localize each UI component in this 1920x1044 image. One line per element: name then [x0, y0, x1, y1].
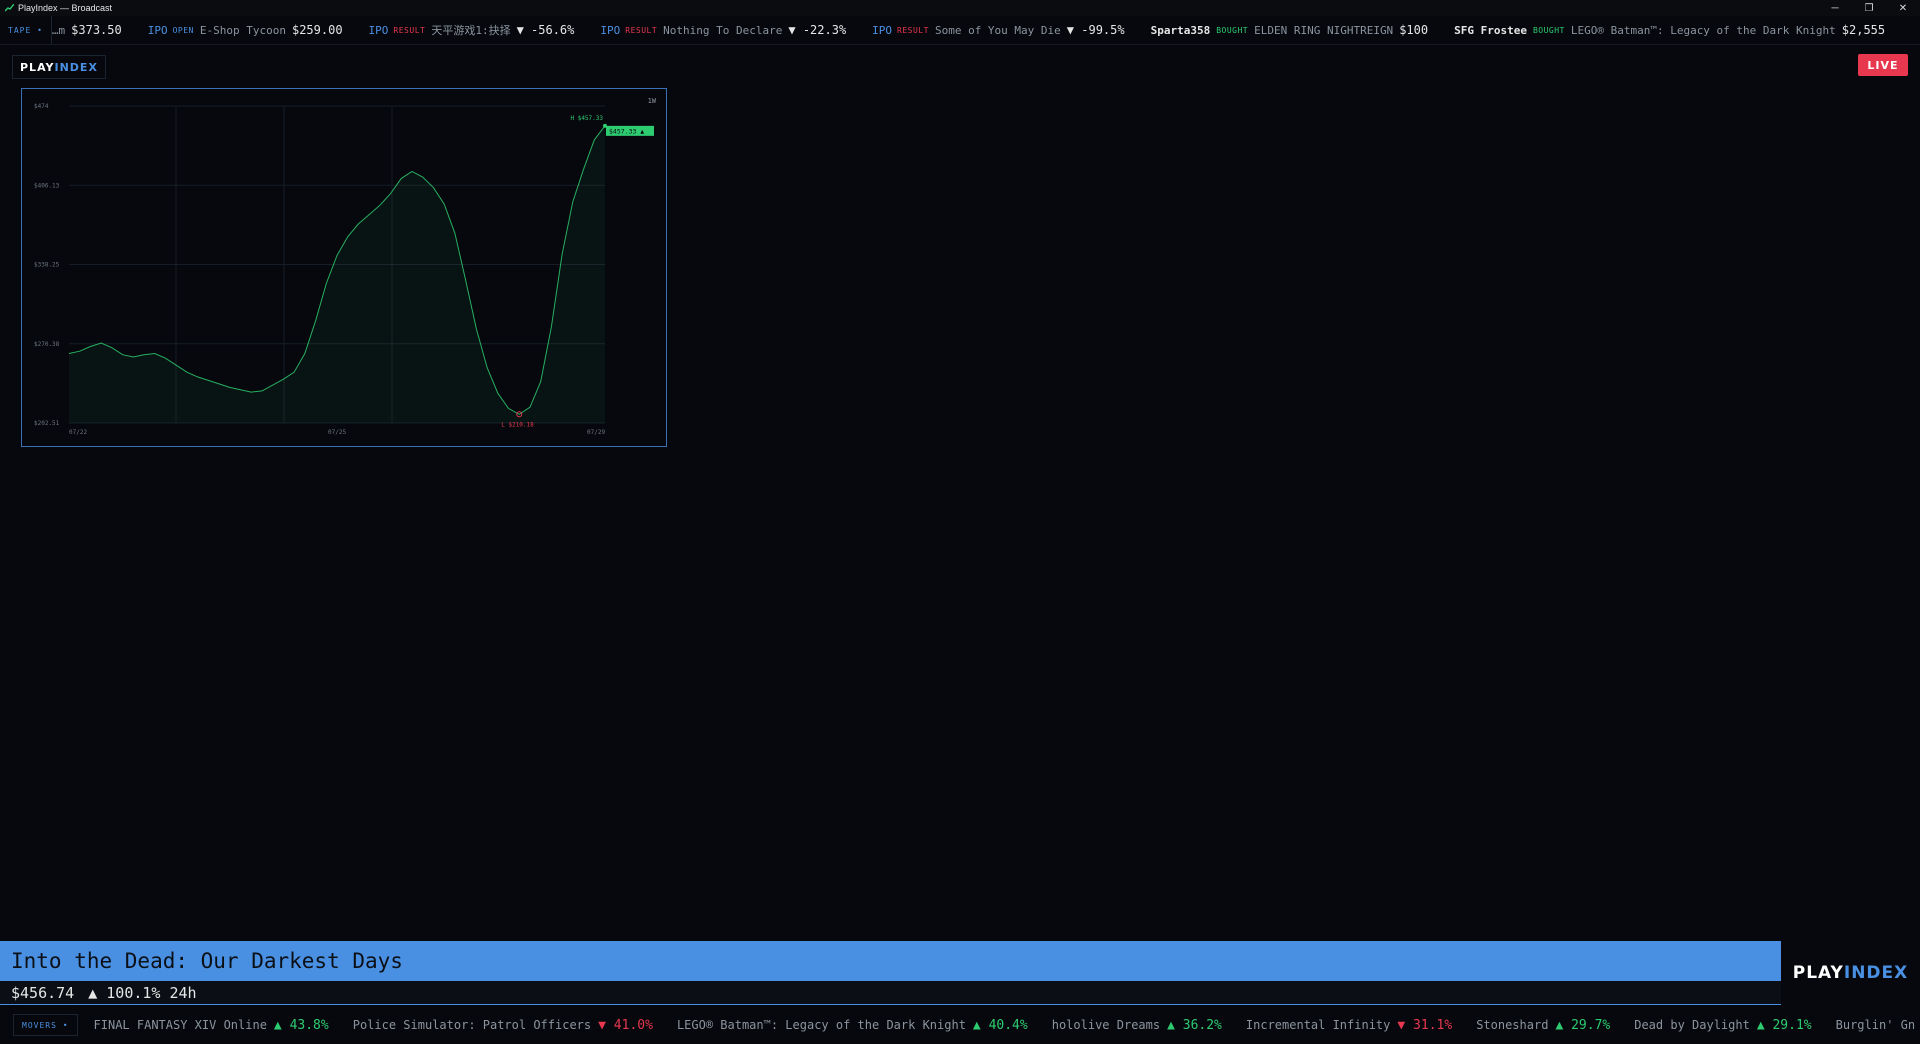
mover-name: Police Simulator: Patrol Officers: [352, 1018, 592, 1032]
price-chart: $474 $406.13 $338.25 $270.38 $202.51 07/22 07/…: [34, 103, 654, 436]
tape-item-name: Nothing To Declare: [663, 23, 783, 37]
mover-item[interactable]: Police Simulator: Patrol Officers ▼ 41.0%: [353, 1018, 653, 1033]
tape-item-price: $100: [1399, 23, 1429, 37]
tape-label: TAPE •: [0, 16, 52, 44]
tape-item-tag: RESULT: [393, 25, 426, 35]
chart-x-tick: 07/25: [328, 429, 346, 436]
playindex-logo-bottom: PLAY INDEX: [1792, 963, 1909, 983]
mover-change: ▲ 29.7%: [1555, 1017, 1611, 1033]
mover-item[interactable]: FINAL FANTASY XIV Online ▲ 43.8%: [94, 1018, 329, 1033]
mover-change: ▲ 29.1%: [1756, 1017, 1812, 1033]
tape-item[interactable]: IPO OPEN E-Shop Tycoon $259.00: [148, 23, 343, 37]
tape-item-change: ▼ -22.3%: [788, 23, 847, 37]
tape-item-tag: BOUGHT: [1216, 25, 1249, 35]
mover-change: ▼ 31.1%: [1397, 1017, 1453, 1033]
tape-item[interactable]: IPO RESULT Some of You May Die ▼ -99.5%: [872, 23, 1124, 37]
tape-item-name: ELDEN RING NIGHTREIGN: [1254, 23, 1394, 37]
movers-track: FINAL FANTASY XIV Online ▲ 43.8% Police Si…: [94, 1018, 1920, 1033]
chart-x-tick: 07/22: [69, 429, 87, 436]
tape-item-ipo: IPO: [147, 23, 168, 37]
tape-item-name: …m: [51, 23, 66, 37]
chart-high-label: H $457.33: [570, 115, 603, 122]
mover-item[interactable]: Burglin' Gn: [1836, 1018, 1920, 1032]
tape-item-ipo: IPO: [368, 23, 389, 37]
mover-name: hololive Dreams: [1051, 1018, 1161, 1032]
current-price: $456.74: [11, 983, 75, 1002]
tape-item[interactable]: IPO RESULT 天平游戏1:抉择 ▼ -56.6%: [369, 22, 575, 38]
tape-item-price: $2,555: [1841, 23, 1886, 37]
tape-item-price: $373.50: [71, 23, 122, 37]
tape-item[interactable]: Sparta358 BOUGHT ELDEN RING NIGHTREIGN $100: [1151, 23, 1429, 37]
tape-item-change: ▼ -99.5%: [1066, 23, 1125, 37]
mover-item[interactable]: Dead by Daylight ▲ 29.1%: [1634, 1018, 1811, 1033]
tape-item[interactable]: SFG Frostee BOUGHT LEGO® Batman™: Legacy o…: [1454, 23, 1885, 37]
tape-item-name: Some of You May Die: [934, 23, 1061, 37]
chart-low-label: L $210.18: [501, 421, 534, 428]
tape-item-name: LEGO® Batman™: Legacy of the Dark Knight: [1570, 23, 1836, 37]
mover-change: ▲ 36.2%: [1167, 1017, 1222, 1033]
movers-label: MOVERS •: [13, 1014, 78, 1036]
chart-y-tick: $270.38: [34, 341, 60, 348]
mover-change: ▲ 40.4%: [972, 1017, 1028, 1033]
chart-area-fill: [69, 125, 605, 424]
live-badge: LIVE: [1858, 54, 1908, 76]
tape-item[interactable]: IPO RESULT Nothing To Declare ▼ -22.3%: [600, 23, 846, 37]
tape-item-tag: OPEN: [172, 25, 194, 35]
mover-name: Stoneshard: [1476, 1018, 1549, 1032]
chart-y-tick: $338.25: [34, 262, 60, 269]
mover-item[interactable]: LEGO® Batman™: Legacy of the Dark Knight…: [677, 1018, 1028, 1033]
tape-track: …m $373.50 IPO OPEN E-Shop Tycoon $259.00 IPO R…: [52, 22, 1911, 38]
tape-item-ipo: IPO: [600, 23, 621, 37]
window-title: PlayIndex — Broadcast: [18, 3, 113, 13]
tape-item-ipo: IPO: [872, 23, 893, 37]
price-change: ▲ 100.1% 24h: [88, 983, 197, 1002]
mover-change: ▲ 43.8%: [273, 1017, 329, 1033]
mover-name: Burglin' Gn: [1835, 1018, 1916, 1032]
tape-item-tag: BOUGHT: [1532, 25, 1565, 35]
close-button[interactable]: ✕: [1886, 0, 1920, 16]
tape-item-tag: RESULT: [625, 25, 658, 35]
mover-item[interactable]: hololive Dreams ▲ 36.2%: [1052, 1018, 1222, 1033]
mover-item[interactable]: Stoneshard ▲ 29.7%: [1476, 1018, 1610, 1033]
mover-name: LEGO® Batman™: Legacy of the Dark Knight: [676, 1018, 966, 1032]
tape-item-price: $259.00: [291, 23, 343, 37]
app-chart-icon: [4, 3, 14, 13]
tape-item-name: 天平游戏1:抉择: [431, 24, 511, 37]
chart-y-tick: $406.13: [34, 182, 60, 189]
price-chart-panel: 1W $474 $406.13 $338.25 $270.38 $202.51 07/22…: [21, 88, 667, 447]
mover-name: Dead by Daylight: [1634, 1018, 1750, 1032]
chart-y-tick: $474: [34, 103, 49, 110]
lower-third-stats: $456.74 ▲ 100.1% 24h: [0, 981, 1781, 1005]
mover-name: Incremental Infinity: [1245, 1018, 1391, 1032]
mover-name: FINAL FANTASY XIV Online: [93, 1018, 267, 1032]
tape-ticker: TAPE • …m $373.50 IPO OPEN E-Shop Tycoon $259…: [0, 16, 1920, 45]
tape-item-tag: RESULT: [897, 25, 929, 35]
movers-ticker: MOVERS • FINAL FANTASY XIV Online ▲ 43.8%…: [0, 1010, 1920, 1040]
minimize-button[interactable]: ─: [1818, 0, 1852, 16]
lower-third-title: Into the Dead: Our Darkest Days: [0, 941, 1781, 981]
tape-item[interactable]: …m $373.50: [52, 23, 122, 37]
tape-item-user: SFG Frostee: [1454, 23, 1527, 37]
mover-item[interactable]: Incremental Infinity ▼ 31.1%: [1246, 1018, 1452, 1033]
mover-change: ▼ 41.0%: [598, 1017, 653, 1033]
window-title-bar: PlayIndex — Broadcast ─ ❐ ✕: [0, 0, 1920, 16]
tape-item-user: Sparta358: [1150, 23, 1211, 37]
tape-item-name: E-Shop Tycoon: [199, 23, 286, 37]
chart-x-tick: 07/29: [587, 429, 605, 436]
playindex-logo: PLAY INDEX: [12, 55, 106, 79]
tape-item-change: ▼ -56.6%: [516, 23, 575, 37]
restore-button[interactable]: ❐: [1852, 0, 1886, 16]
chart-y-tick: $202.51: [34, 420, 60, 427]
chart-current-price-text: $457.33 ▲: [609, 127, 644, 135]
